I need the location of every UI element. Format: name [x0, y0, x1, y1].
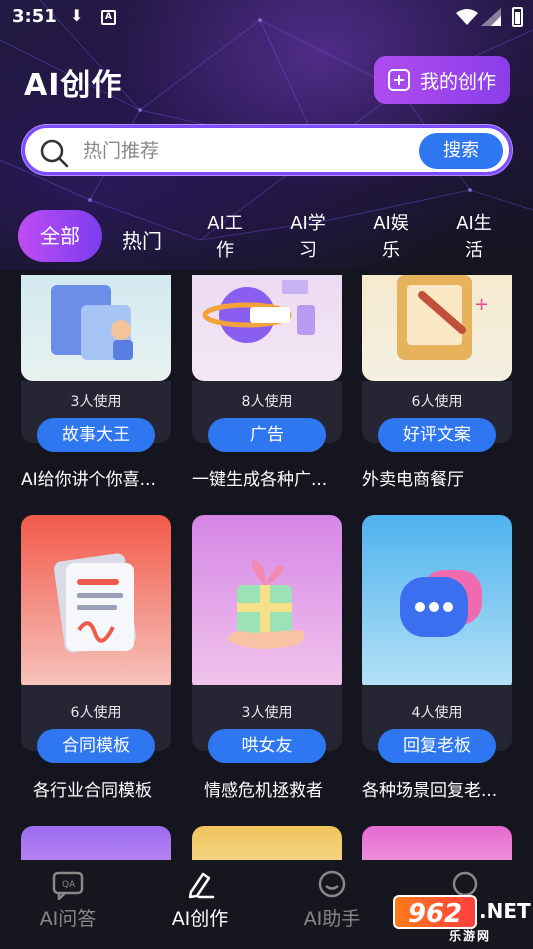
tab-ai-study-line2: 习: [299, 240, 317, 261]
usage-count: 6人使用: [411, 394, 463, 410]
gift-illustration: [227, 560, 305, 649]
tab-ai-work[interactable]: AI工 作: [205, 210, 245, 264]
card-tag-button[interactable]: 好评文案: [378, 418, 496, 452]
app-notification-icon: A: [101, 10, 116, 25]
card-tag-button[interactable]: 合同模板: [37, 729, 155, 763]
card-tag-button[interactable]: 广告: [208, 418, 326, 452]
tab-ai-entertainment[interactable]: AI娱 乐: [371, 210, 411, 264]
tab-all[interactable]: 全部: [18, 210, 102, 262]
card-image-partial[interactable]: [21, 826, 171, 860]
battery-icon: [512, 7, 523, 27]
nav-ai-qa-label: AI问答: [39, 908, 97, 930]
nav-ai-create-label: AI创作: [171, 908, 229, 930]
svg-text:+: +: [474, 294, 489, 315]
tool-grid: 3人使用 故事大王 AI给你讲个你喜... 8人使用 广告 一键生成各种广...…: [0, 275, 533, 860]
nav-ai-assistant-label: AI助手: [303, 908, 361, 930]
ads-illustration: [202, 280, 315, 343]
card-tag-button[interactable]: 回复老板: [378, 729, 496, 763]
download-icon: ⬇: [70, 6, 84, 25]
search-button[interactable]: 搜索: [419, 133, 503, 169]
svg-text:QA: QA: [62, 880, 76, 890]
usage-count: 3人使用: [70, 394, 122, 410]
card-image: [362, 515, 512, 693]
watermark-sub: 乐游网: [449, 929, 492, 943]
pen-icon: [188, 872, 215, 899]
card-description: 一键生成各种广...: [192, 470, 328, 490]
plus-icon: [387, 69, 410, 91]
tab-ai-entertainment-line1: AI娱: [373, 213, 409, 234]
card-description: 各种场景回复老...: [362, 781, 498, 801]
signal-icon: [481, 8, 501, 26]
qa-chat-icon: QA: [52, 871, 84, 900]
card-image: [192, 515, 342, 693]
card-image: [21, 515, 171, 693]
nav-ai-assistant[interactable]: AI助手: [267, 860, 397, 949]
card-description: AI给你讲个你喜...: [21, 470, 156, 490]
nav-ai-create[interactable]: AI创作: [135, 860, 265, 949]
wifi-icon: [456, 9, 478, 25]
tab-hot[interactable]: 热门: [112, 225, 172, 254]
usage-count: 6人使用: [70, 705, 122, 721]
tab-ai-study[interactable]: AI学 习: [288, 210, 328, 264]
review-illustration: +: [397, 275, 489, 360]
card-image: [192, 275, 342, 381]
card-tag-button[interactable]: 哄女友: [208, 729, 326, 763]
usage-count: 3人使用: [241, 705, 293, 721]
usage-count: 4人使用: [411, 705, 463, 721]
assistant-chat-icon: [318, 870, 346, 898]
category-tabs: 全部 热门 AI工 作 AI学 习 AI娱 乐 AI生 活: [0, 206, 533, 270]
card-description: 情感危机拯救者: [204, 781, 323, 801]
tab-ai-life-line1: AI生: [456, 213, 492, 234]
nav-ai-qa[interactable]: QA AI问答: [3, 860, 133, 949]
watermark-logo: 962: [393, 895, 477, 929]
search-input[interactable]: [83, 137, 413, 165]
status-time: 3:51: [12, 6, 57, 27]
card-image-partial[interactable]: [192, 826, 342, 860]
site-watermark: 962 .NET 乐游网: [393, 893, 531, 945]
my-creations-button[interactable]: 我的创作: [374, 56, 510, 104]
tab-ai-entertainment-line2: 乐: [382, 240, 400, 261]
tab-ai-life-line2: 活: [465, 240, 483, 261]
my-creations-label: 我的创作: [419, 70, 496, 93]
card-image-partial[interactable]: [362, 826, 512, 860]
tab-ai-work-line2: 作: [216, 240, 234, 261]
card-tag-button[interactable]: 故事大王: [37, 418, 155, 452]
search-bar: 搜索: [22, 125, 512, 175]
chat-reply-illustration: [400, 570, 482, 637]
tab-ai-study-line1: AI学: [290, 213, 326, 234]
tab-ai-life[interactable]: AI生 活: [454, 210, 494, 264]
watermark-net: .NET: [479, 899, 531, 923]
card-description: 各行业合同模板: [33, 781, 152, 801]
storybook-illustration: [51, 285, 133, 360]
status-bar: 3:51 ⬇ A: [0, 0, 533, 36]
tab-ai-work-line1: AI工: [207, 213, 243, 234]
card-description: 外卖电商餐厅: [362, 470, 464, 490]
contract-illustration: [53, 553, 137, 653]
card-image: [21, 275, 171, 381]
usage-count: 8人使用: [241, 394, 293, 410]
page-title: AI创作: [24, 68, 123, 103]
search-icon: [40, 139, 69, 168]
card-image: +: [362, 275, 512, 381]
